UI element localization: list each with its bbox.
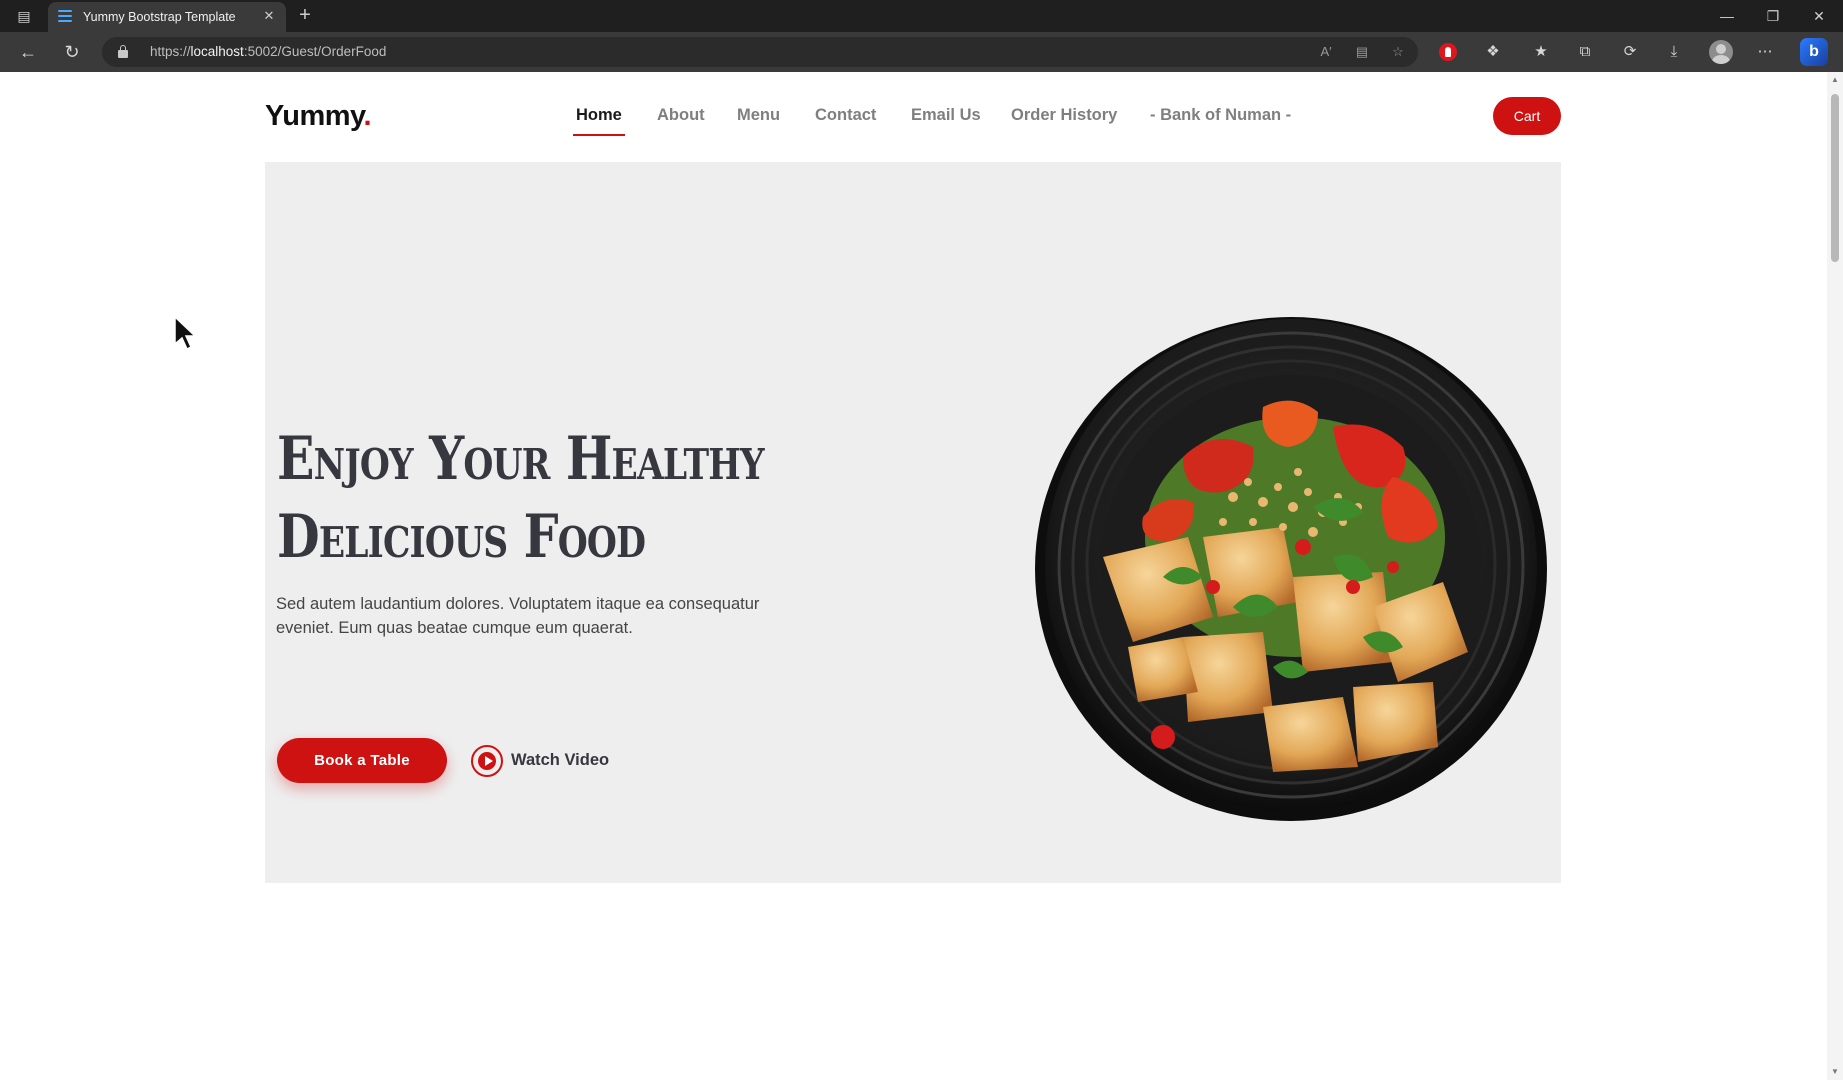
nav-email-us[interactable]: Email Us	[911, 106, 981, 125]
tab-favicon-icon	[58, 10, 72, 24]
url-text[interactable]: https://localhost:5002/Guest/OrderFood	[150, 44, 386, 59]
play-icon	[471, 745, 503, 777]
mouse-cursor-icon	[174, 316, 197, 351]
scroll-thumb[interactable]	[1831, 94, 1839, 262]
hero-section: Enjoy Your Healthy Delicious Food Sed au…	[265, 162, 1561, 883]
profile-avatar[interactable]	[1709, 40, 1733, 64]
tab-actions-icon[interactable]: ▤	[14, 6, 34, 26]
back-icon[interactable]: ←	[16, 40, 40, 64]
site-logo[interactable]: Yummy.	[265, 100, 372, 133]
watch-video-label: Watch Video	[511, 751, 610, 769]
hero-description: Sed autem laudantium dolores. Voluptatem…	[276, 595, 760, 637]
favorite-star-icon[interactable]: ☆	[1388, 42, 1408, 62]
food-bowl-image	[1035, 317, 1547, 821]
immersive-reader-icon[interactable]: ▤	[1352, 42, 1372, 62]
nav-bank-of-numan[interactable]: - Bank of Numan -	[1150, 106, 1291, 125]
nav-contact[interactable]: Contact	[815, 106, 876, 125]
page-scrollbar[interactable]: ▲ ▼	[1827, 72, 1843, 1080]
scroll-down-icon[interactable]: ▼	[1831, 1068, 1839, 1076]
close-icon[interactable]: ✕	[260, 7, 278, 25]
restore-icon[interactable]: ❐	[1750, 0, 1796, 32]
book-table-button[interactable]: Book a Table	[277, 738, 447, 783]
page-viewport: Yummy. Home About Menu Contact Email Us …	[0, 72, 1843, 1080]
tab-title: Yummy Bootstrap Template	[83, 10, 236, 24]
new-tab-icon[interactable]: +	[294, 4, 316, 26]
read-aloud-icon[interactable]: A′	[1316, 42, 1336, 62]
lock-icon	[118, 45, 128, 58]
downloads-icon[interactable]: ⤓	[1663, 41, 1685, 63]
bing-copilot-icon[interactable]: b	[1800, 38, 1828, 66]
scroll-up-icon[interactable]: ▲	[1831, 76, 1839, 84]
window-close-icon[interactable]: ✕	[1796, 0, 1842, 32]
more-options-icon[interactable]: ⋯	[1754, 41, 1776, 63]
nav-order-history[interactable]: Order History	[1011, 106, 1117, 125]
nav-about[interactable]: About	[657, 106, 705, 125]
browser-toolbar: ← ↻ https://localhost:5002/Guest/OrderFo…	[0, 32, 1843, 72]
favorites-icon[interactable]: ★	[1530, 41, 1552, 63]
refresh-icon[interactable]: ↻	[60, 40, 84, 64]
nav-menu[interactable]: Menu	[737, 106, 780, 125]
hero-title: Enjoy Your Healthy Delicious Food	[277, 424, 765, 572]
minimize-icon[interactable]: —	[1704, 0, 1750, 32]
history-icon[interactable]: ⟳	[1619, 41, 1641, 63]
browser-tab-bar: ▤ Yummy Bootstrap Template ✕ + — ❐ ✕	[0, 0, 1843, 32]
collections-icon[interactable]: ⧉	[1574, 41, 1596, 63]
nav-home[interactable]: Home	[573, 106, 625, 136]
extensions-puzzle-icon[interactable]: ❖	[1482, 41, 1504, 63]
extension-icon[interactable]	[1439, 43, 1457, 61]
address-bar[interactable]: https://localhost:5002/Guest/OrderFood A…	[102, 37, 1418, 67]
cart-button[interactable]: Cart	[1493, 97, 1561, 135]
browser-tab[interactable]: Yummy Bootstrap Template ✕	[48, 2, 286, 32]
